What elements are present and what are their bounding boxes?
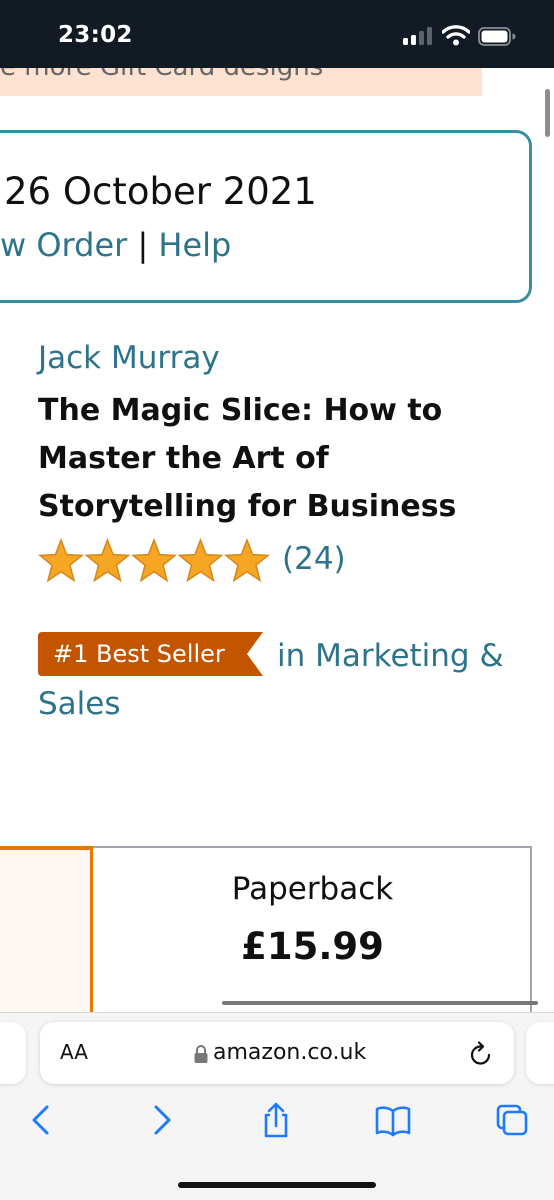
next-tab-preview[interactable]: [526, 1022, 554, 1084]
previous-tab-preview[interactable]: [0, 1022, 26, 1084]
link-separator: |: [137, 226, 149, 264]
status-time: 23:02: [58, 22, 133, 48]
banner-text: e more Gift Card designs: [0, 68, 323, 82]
product-title: The Magic Slice: How to Master the Art o…: [38, 393, 457, 524]
cellular-signal-icon: [403, 27, 433, 45]
wifi-icon: [442, 25, 470, 46]
format-option-selected[interactable]: [0, 846, 94, 1026]
reload-icon[interactable]: [468, 1040, 494, 1068]
help-link[interactable]: Help: [158, 226, 231, 264]
format-price: £15.99: [241, 925, 384, 968]
text-size-button[interactable]: AA: [60, 1040, 88, 1064]
author-link[interactable]: Jack Murray: [38, 340, 220, 376]
star-icon: [178, 539, 223, 582]
view-order-link[interactable]: w Order: [0, 226, 127, 264]
back-icon[interactable]: [24, 1102, 60, 1138]
battery-icon: [478, 27, 516, 46]
star-icon: [85, 539, 130, 582]
status-bar: 23:02: [0, 0, 554, 68]
delivery-date: 26 October 2021: [4, 170, 317, 213]
delivery-links: w Order | Help: [0, 226, 231, 264]
url-text[interactable]: amazon.co.uk: [213, 1040, 366, 1065]
lock-icon: [194, 1045, 208, 1063]
bookmarks-icon[interactable]: [375, 1102, 411, 1138]
vertical-scrollbar[interactable]: [545, 89, 550, 137]
forward-icon[interactable]: [143, 1102, 179, 1138]
rating-count-link[interactable]: (24): [282, 541, 346, 577]
home-indicator[interactable]: [178, 1182, 376, 1188]
star-rating[interactable]: [38, 538, 270, 584]
delivery-info-box: [0, 130, 532, 303]
gift-card-banner[interactable]: e more Gift Card designs: [0, 68, 482, 96]
share-icon[interactable]: [258, 1102, 294, 1138]
star-icon: [132, 539, 176, 582]
horizontal-scrollbar[interactable]: [222, 1001, 538, 1005]
tabs-icon[interactable]: [494, 1102, 530, 1138]
star-icon: [39, 539, 83, 582]
star-icon: [225, 539, 269, 582]
format-name: Paperback: [231, 871, 394, 907]
bestseller-badge-label: #1 Best Seller: [53, 640, 225, 668]
